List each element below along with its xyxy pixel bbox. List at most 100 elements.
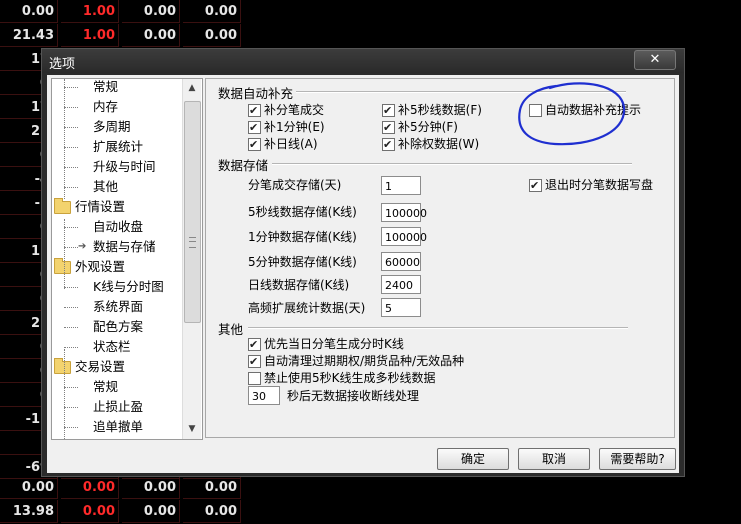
quote-cell: 1.00	[61, 24, 119, 47]
input-5min-storage[interactable]: 60000	[381, 252, 421, 271]
quote-cell: 13.98	[0, 500, 58, 523]
input-1min-storage[interactable]: 100000	[381, 227, 427, 246]
tree-item-label: 行情设置	[75, 199, 126, 214]
dialog-titlebar[interactable]: 选项 ✕	[42, 49, 684, 73]
tree-item[interactable]: 止损止盈	[52, 397, 180, 417]
quote-cell: 0.00	[122, 24, 180, 47]
quote-row: 0.00 0.00 0.00 0.00	[0, 476, 741, 500]
close-button[interactable]: ✕	[634, 50, 676, 70]
tree-connector	[64, 87, 78, 88]
label-5min-storage: 5分钟数据存储(K线)	[248, 255, 357, 269]
quote-cell: 0.00	[122, 0, 180, 23]
tree-item[interactable]: 常规	[52, 79, 180, 97]
tree-item-label: 其他	[93, 179, 119, 194]
input-tick-storage-days[interactable]: 1	[381, 176, 421, 195]
tree-scrollbar[interactable]: ▲ ▼	[182, 79, 201, 439]
tree-connector	[64, 167, 78, 168]
tree-item[interactable]: K线与分时图	[52, 277, 180, 297]
tree-item-label: 数据与存储	[93, 239, 156, 254]
tree-item-label: 升级与时间	[93, 159, 156, 174]
grip-icon	[189, 237, 196, 248]
tree-item-label: 常规	[93, 379, 119, 394]
tree-connector	[64, 247, 78, 248]
quote-cell: 0.00	[122, 500, 180, 523]
scroll-down-icon[interactable]: ▼	[183, 421, 201, 438]
tree-item[interactable]: ➔ 数据与存储	[52, 237, 180, 257]
tree-item[interactable]: 追单撤单	[52, 417, 180, 437]
tree-connector	[64, 147, 78, 148]
quote-cell: 0.00	[183, 500, 241, 523]
quote-cell: 0.00	[0, 0, 58, 23]
tree-item-label: 扩展统计	[93, 139, 144, 154]
label-5s-storage: 5秒线数据存储(K线)	[248, 205, 357, 219]
tree-item-label: 自动收盘	[93, 219, 144, 234]
scroll-up-icon[interactable]: ▲	[183, 80, 201, 97]
tree-item[interactable]: 系统界面	[52, 297, 180, 317]
cancel-button[interactable]: 取消	[518, 448, 590, 470]
tree-item[interactable]: 行情设置	[52, 197, 180, 217]
tree-connector	[64, 127, 78, 128]
tree-item-label: K线与分时图	[93, 279, 164, 294]
checkbox-box[interactable]	[248, 137, 261, 152]
tree-item[interactable]: 状态栏	[52, 337, 180, 357]
checkbox-box[interactable]	[248, 337, 261, 352]
scrollbar-thumb[interactable]	[184, 101, 201, 323]
checkbox-box[interactable]	[248, 372, 261, 385]
tree-item[interactable]: 外观设置	[52, 257, 180, 277]
quote-row: 0.00 1.00 0.00 0.00	[0, 0, 741, 24]
checkbox-box[interactable]	[248, 354, 261, 369]
tree-item[interactable]: 内存	[52, 97, 180, 117]
tree-item-label: 状态栏	[93, 339, 131, 354]
section-other-title: 其他	[218, 322, 244, 337]
section-auto-fill-title: 数据自动补充	[218, 86, 294, 101]
tree-item[interactable]: 常规	[52, 377, 180, 397]
tree-item-label: 追单撤单	[93, 419, 144, 434]
tree-item[interactable]: 交易设置	[52, 357, 180, 377]
checkbox-box[interactable]	[529, 178, 542, 193]
tree-item-label: 配色方案	[93, 319, 144, 334]
tree-item-label: 外观设置	[75, 259, 126, 274]
quote-row: 21.43 1.00 0.00 0.00	[0, 24, 741, 48]
checkbox-box[interactable]	[382, 137, 395, 152]
input-hf-stats-days[interactable]: 5	[381, 298, 421, 317]
tree-item[interactable]: 配色方案	[52, 317, 180, 337]
section-divider	[272, 163, 632, 165]
folder-icon	[54, 358, 71, 374]
label-tick-storage-days: 分笔成交存储(天)	[248, 178, 342, 192]
tree-connector	[64, 327, 78, 328]
tree-item-label: 多周期	[93, 119, 131, 134]
quote-cell: 0.00	[61, 476, 119, 499]
quote-cell: 0.00	[61, 500, 119, 523]
quote-cell: 1.00	[61, 0, 119, 23]
tree-item[interactable]: 多周期	[52, 117, 180, 137]
checkbox-box[interactable]	[382, 103, 395, 118]
tree-connector	[64, 227, 78, 228]
section-divider	[248, 327, 628, 329]
input-timeout-seconds[interactable]: 30	[248, 386, 280, 405]
tree-item-label: 内存	[93, 99, 119, 114]
tree-item-label: 交易设置	[75, 359, 126, 374]
checkbox-box[interactable]	[382, 120, 395, 135]
tree-guide-line	[64, 219, 65, 289]
annotation-circle-stroke	[518, 82, 626, 146]
tree-item[interactable]: 扩展统计	[52, 137, 180, 157]
tree-connector	[64, 307, 78, 308]
tree-connector	[64, 387, 78, 388]
tree-connector	[64, 427, 78, 428]
quote-cell: 0.00	[183, 0, 241, 23]
tree-item[interactable]: 自动收盘	[52, 217, 180, 237]
checkbox-box[interactable]	[248, 103, 261, 118]
quote-cell: 0.00	[183, 24, 241, 47]
input-5s-storage[interactable]: 100000	[381, 203, 427, 222]
tree-item-label: 常规	[93, 79, 119, 94]
help-button[interactable]: 需要帮助?	[599, 448, 676, 470]
arrow-right-icon: ➔	[78, 241, 87, 252]
checkbox-box[interactable]	[248, 120, 261, 135]
input-daily-storage[interactable]: 2400	[381, 275, 421, 294]
label-hf-stats-days: 高频扩展统计数据(天)	[248, 301, 366, 315]
tree-item[interactable]: 升级与时间	[52, 157, 180, 177]
tree-item[interactable]: 其他	[52, 177, 180, 197]
dialog-title: 选项	[49, 57, 76, 72]
ok-button[interactable]: 确定	[437, 448, 509, 470]
folder-icon	[54, 198, 71, 214]
